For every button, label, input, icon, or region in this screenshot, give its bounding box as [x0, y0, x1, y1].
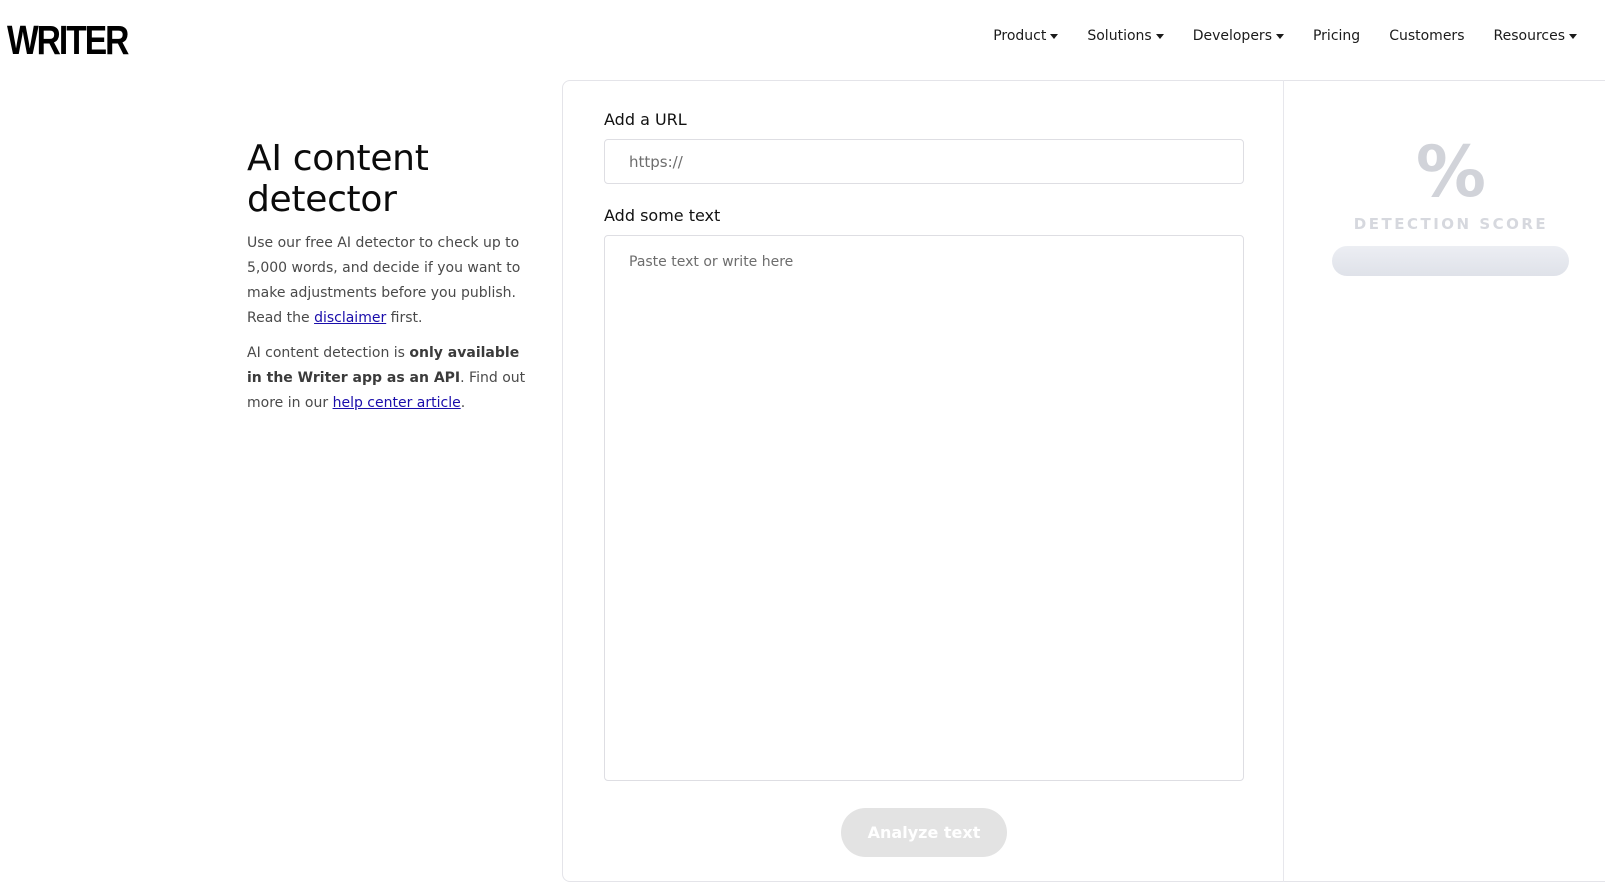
nav-developers-label: Developers	[1192, 28, 1272, 44]
chevron-down-icon	[1569, 33, 1577, 39]
chevron-down-icon	[1050, 33, 1059, 39]
api-note-text: AI content detection is	[247, 345, 410, 361]
page-title: AI content detector	[247, 138, 429, 220]
main-nav: Product Solutions Developers Pricing Cus…	[964, 28, 1577, 44]
intro-description: Use our free AI detector to check up to …	[247, 231, 537, 331]
desc-text-end: first.	[386, 310, 423, 326]
writer-logo[interactable]: WRITER	[7, 18, 129, 62]
nav-solutions[interactable]: Solutions	[1087, 28, 1164, 44]
nav-customers[interactable]: Customers	[1389, 28, 1464, 44]
chevron-down-icon	[1155, 33, 1164, 39]
nav-resources-label: Resources	[1493, 28, 1566, 44]
intro-section: AI content detector Use our free AI dete…	[247, 138, 537, 416]
nav-pricing[interactable]: Pricing	[1313, 28, 1360, 44]
panel-divider	[1283, 80, 1284, 882]
nav-resources[interactable]: Resources	[1493, 28, 1577, 44]
nav-product-label: Product	[993, 28, 1047, 44]
api-note: AI content detection is only available i…	[247, 341, 537, 416]
url-label: Add a URL	[604, 110, 687, 129]
text-input[interactable]	[604, 235, 1244, 781]
api-note-end: .	[460, 395, 466, 411]
analyze-button[interactable]: Analyze text	[841, 808, 1007, 857]
help-center-link[interactable]: help center article	[333, 395, 461, 411]
disclaimer-link[interactable]: disclaimer	[314, 310, 386, 326]
nav-pricing-label: Pricing	[1312, 28, 1361, 44]
chevron-down-icon	[1275, 33, 1284, 39]
percent-icon: %	[1415, 131, 1487, 213]
nav-product[interactable]: Product	[993, 28, 1059, 44]
score-bar	[1332, 246, 1569, 276]
detection-score-label: DETECTION SCORE	[1353, 215, 1549, 233]
nav-developers[interactable]: Developers	[1193, 28, 1284, 44]
site-header: WRITER Product Solutions Developers Pric…	[0, 0, 1605, 80]
nav-customers-label: Customers	[1389, 28, 1465, 44]
url-input[interactable]	[604, 139, 1244, 184]
nav-solutions-label: Solutions	[1087, 28, 1152, 44]
text-label: Add some text	[604, 206, 721, 225]
